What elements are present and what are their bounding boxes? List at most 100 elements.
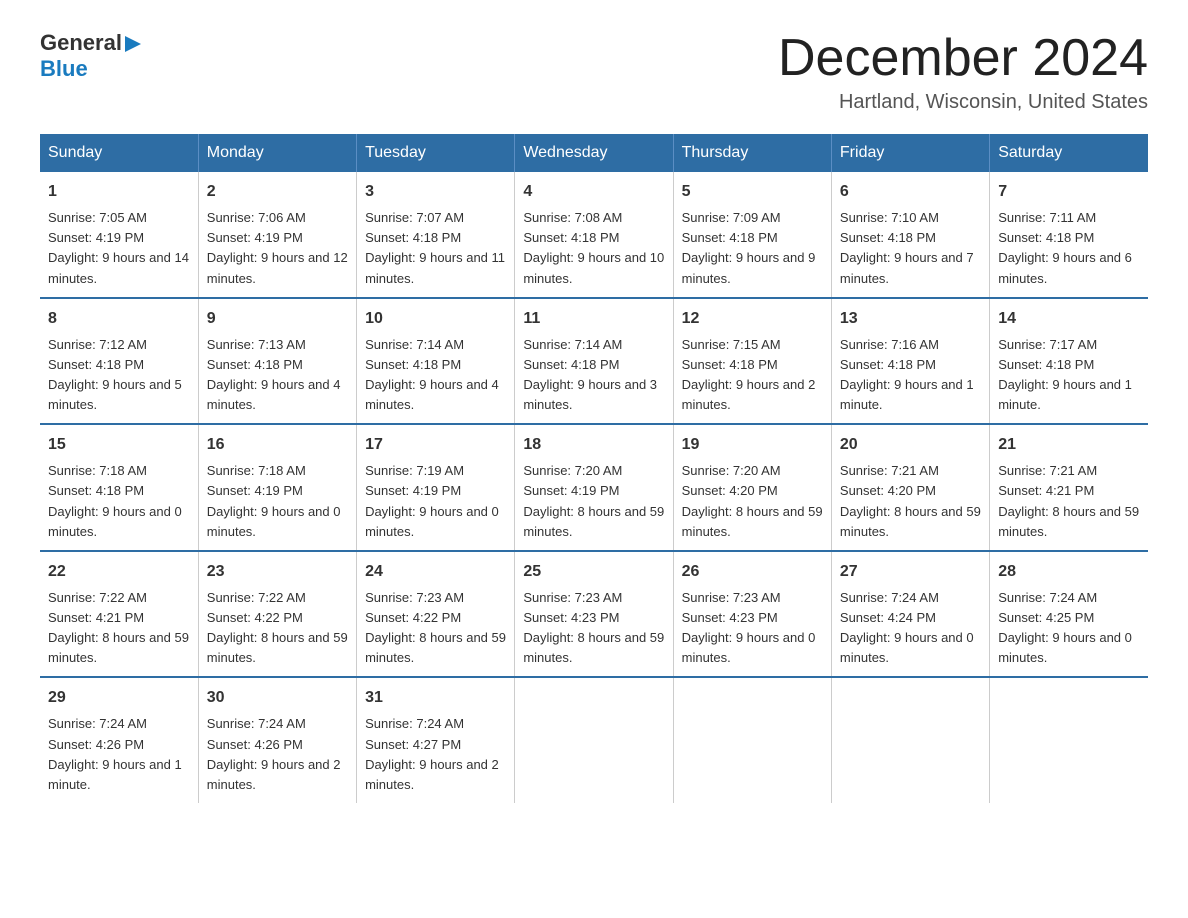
calendar-cell: 17Sunrise: 7:19 AMSunset: 4:19 PMDayligh… xyxy=(357,424,515,551)
calendar-week-row: 8Sunrise: 7:12 AMSunset: 4:18 PMDaylight… xyxy=(40,298,1148,425)
day-info: Sunrise: 7:23 AMSunset: 4:23 PMDaylight:… xyxy=(682,590,816,665)
day-info: Sunrise: 7:08 AMSunset: 4:18 PMDaylight:… xyxy=(523,210,664,285)
day-number: 25 xyxy=(523,560,664,584)
day-info: Sunrise: 7:15 AMSunset: 4:18 PMDaylight:… xyxy=(682,337,816,412)
location: Hartland, Wisconsin, United States xyxy=(778,91,1148,114)
calendar-cell: 4 Sunrise: 7:08 AMSunset: 4:18 PMDaylight… xyxy=(515,172,673,298)
day-info: Sunrise: 7:24 AMSunset: 4:26 PMDaylight:… xyxy=(48,716,182,791)
day-number: 14 xyxy=(998,307,1140,331)
day-number: 26 xyxy=(682,560,823,584)
day-info: Sunrise: 7:09 AMSunset: 4:18 PMDaylight:… xyxy=(682,210,816,285)
day-number: 24 xyxy=(365,560,506,584)
day-info: Sunrise: 7:24 AMSunset: 4:24 PMDaylight:… xyxy=(840,590,974,665)
day-info: Sunrise: 7:18 AMSunset: 4:18 PMDaylight:… xyxy=(48,463,182,538)
day-number: 10 xyxy=(365,307,506,331)
month-title: December 2024 xyxy=(778,30,1148,87)
day-number: 16 xyxy=(207,433,348,457)
calendar-cell xyxy=(673,677,831,803)
day-info: Sunrise: 7:10 AMSunset: 4:18 PMDaylight:… xyxy=(840,210,974,285)
day-info: Sunrise: 7:16 AMSunset: 4:18 PMDaylight:… xyxy=(840,337,974,412)
day-info: Sunrise: 7:23 AMSunset: 4:22 PMDaylight:… xyxy=(365,590,506,665)
calendar-cell: 31Sunrise: 7:24 AMSunset: 4:27 PMDayligh… xyxy=(357,677,515,803)
day-info: Sunrise: 7:17 AMSunset: 4:18 PMDaylight:… xyxy=(998,337,1132,412)
day-number: 1 xyxy=(48,180,190,204)
calendar-cell: 30 Sunrise: 7:24 AMSunset: 4:26 PMDayligh… xyxy=(198,677,356,803)
day-info: Sunrise: 7:22 AMSunset: 4:21 PMDaylight:… xyxy=(48,590,189,665)
calendar-table: Sunday Monday Tuesday Wednesday Thursday… xyxy=(40,134,1148,803)
calendar-cell: 7Sunrise: 7:11 AMSunset: 4:18 PMDaylight… xyxy=(990,172,1148,298)
day-number: 8 xyxy=(48,307,190,331)
calendar-cell: 10Sunrise: 7:14 AMSunset: 4:18 PMDayligh… xyxy=(357,298,515,425)
day-info: Sunrise: 7:24 AMSunset: 4:26 PMDaylight:… xyxy=(207,716,341,791)
logo-blue: Blue xyxy=(40,56,88,81)
logo-arrow-icon xyxy=(125,34,145,54)
day-number: 27 xyxy=(840,560,981,584)
calendar-cell: 12 Sunrise: 7:15 AMSunset: 4:18 PMDayligh… xyxy=(673,298,831,425)
day-number: 31 xyxy=(365,686,506,710)
day-info: Sunrise: 7:06 AMSunset: 4:19 PMDaylight:… xyxy=(207,210,348,285)
day-number: 21 xyxy=(998,433,1140,457)
day-number: 20 xyxy=(840,433,981,457)
day-number: 15 xyxy=(48,433,190,457)
day-number: 4 xyxy=(523,180,664,204)
calendar-cell: 23 Sunrise: 7:22 AMSunset: 4:22 PMDayligh… xyxy=(198,551,356,678)
calendar-cell: 1Sunrise: 7:05 AMSunset: 4:19 PMDaylight… xyxy=(40,172,198,298)
col-monday: Monday xyxy=(198,134,356,172)
day-info: Sunrise: 7:14 AMSunset: 4:18 PMDaylight:… xyxy=(523,337,657,412)
day-info: Sunrise: 7:21 AMSunset: 4:21 PMDaylight:… xyxy=(998,463,1139,538)
calendar-cell: 26 Sunrise: 7:23 AMSunset: 4:23 PMDayligh… xyxy=(673,551,831,678)
calendar-cell xyxy=(515,677,673,803)
calendar-week-row: 1Sunrise: 7:05 AMSunset: 4:19 PMDaylight… xyxy=(40,172,1148,298)
calendar-header-row: Sunday Monday Tuesday Wednesday Thursday… xyxy=(40,134,1148,172)
day-info: Sunrise: 7:24 AMSunset: 4:25 PMDaylight:… xyxy=(998,590,1132,665)
day-info: Sunrise: 7:20 AMSunset: 4:20 PMDaylight:… xyxy=(682,463,823,538)
calendar-cell: 27 Sunrise: 7:24 AMSunset: 4:24 PMDayligh… xyxy=(831,551,989,678)
logo-general: General xyxy=(40,30,122,56)
day-number: 2 xyxy=(207,180,348,204)
calendar-cell: 11Sunrise: 7:14 AMSunset: 4:18 PMDayligh… xyxy=(515,298,673,425)
day-info: Sunrise: 7:23 AMSunset: 4:23 PMDaylight:… xyxy=(523,590,664,665)
day-number: 12 xyxy=(682,307,823,331)
col-wednesday: Wednesday xyxy=(515,134,673,172)
calendar-cell: 25 Sunrise: 7:23 AMSunset: 4:23 PMDayligh… xyxy=(515,551,673,678)
day-number: 3 xyxy=(365,180,506,204)
calendar-cell: 18Sunrise: 7:20 AMSunset: 4:19 PMDayligh… xyxy=(515,424,673,551)
calendar-cell: 5 Sunrise: 7:09 AMSunset: 4:18 PMDaylight… xyxy=(673,172,831,298)
day-number: 5 xyxy=(682,180,823,204)
calendar-cell: 3Sunrise: 7:07 AMSunset: 4:18 PMDaylight… xyxy=(357,172,515,298)
calendar-cell: 6Sunrise: 7:10 AMSunset: 4:18 PMDaylight… xyxy=(831,172,989,298)
day-number: 29 xyxy=(48,686,190,710)
page-header: General Blue December 2024 Hartland, Wis… xyxy=(40,30,1148,114)
col-saturday: Saturday xyxy=(990,134,1148,172)
col-friday: Friday xyxy=(831,134,989,172)
day-number: 17 xyxy=(365,433,506,457)
day-number: 30 xyxy=(207,686,348,710)
calendar-cell xyxy=(990,677,1148,803)
day-info: Sunrise: 7:20 AMSunset: 4:19 PMDaylight:… xyxy=(523,463,664,538)
calendar-cell: 24 Sunrise: 7:23 AMSunset: 4:22 PMDayligh… xyxy=(357,551,515,678)
calendar-cell: 9 Sunrise: 7:13 AMSunset: 4:18 PMDaylight… xyxy=(198,298,356,425)
day-number: 28 xyxy=(998,560,1140,584)
col-thursday: Thursday xyxy=(673,134,831,172)
title-section: December 2024 Hartland, Wisconsin, Unite… xyxy=(778,30,1148,114)
calendar-week-row: 29 Sunrise: 7:24 AMSunset: 4:26 PMDayligh… xyxy=(40,677,1148,803)
calendar-cell: 14 Sunrise: 7:17 AMSunset: 4:18 PMDayligh… xyxy=(990,298,1148,425)
day-info: Sunrise: 7:18 AMSunset: 4:19 PMDaylight:… xyxy=(207,463,341,538)
day-number: 22 xyxy=(48,560,190,584)
calendar-week-row: 15 Sunrise: 7:18 AMSunset: 4:18 PMDayligh… xyxy=(40,424,1148,551)
col-tuesday: Tuesday xyxy=(357,134,515,172)
calendar-cell: 16 Sunrise: 7:18 AMSunset: 4:19 PMDayligh… xyxy=(198,424,356,551)
calendar-cell: 15 Sunrise: 7:18 AMSunset: 4:18 PMDayligh… xyxy=(40,424,198,551)
logo: General Blue xyxy=(40,30,145,82)
day-info: Sunrise: 7:13 AMSunset: 4:18 PMDaylight:… xyxy=(207,337,341,412)
day-number: 23 xyxy=(207,560,348,584)
day-number: 9 xyxy=(207,307,348,331)
calendar-cell: 13Sunrise: 7:16 AMSunset: 4:18 PMDayligh… xyxy=(831,298,989,425)
day-info: Sunrise: 7:11 AMSunset: 4:18 PMDaylight:… xyxy=(998,210,1132,285)
calendar-cell: 22 Sunrise: 7:22 AMSunset: 4:21 PMDayligh… xyxy=(40,551,198,678)
calendar-cell: 28 Sunrise: 7:24 AMSunset: 4:25 PMDayligh… xyxy=(990,551,1148,678)
calendar-cell: 21 Sunrise: 7:21 AMSunset: 4:21 PMDayligh… xyxy=(990,424,1148,551)
day-info: Sunrise: 7:22 AMSunset: 4:22 PMDaylight:… xyxy=(207,590,348,665)
calendar-week-row: 22 Sunrise: 7:22 AMSunset: 4:21 PMDayligh… xyxy=(40,551,1148,678)
calendar-cell xyxy=(831,677,989,803)
